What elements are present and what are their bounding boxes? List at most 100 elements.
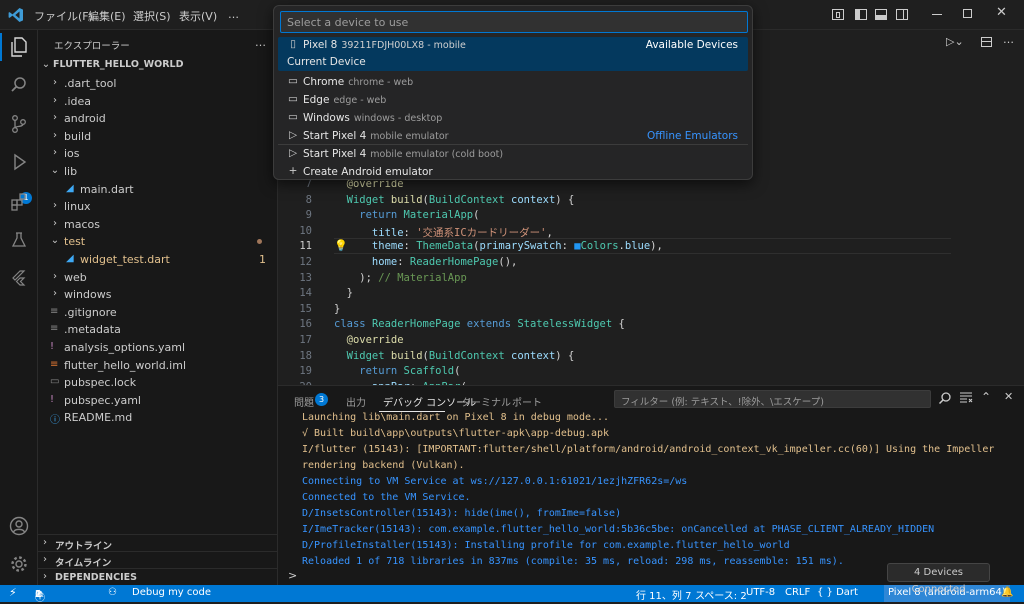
tree-item-gitignore[interactable]: ≡ .gitignore — [38, 304, 278, 322]
line-number: 8 — [305, 193, 312, 206]
line-ending[interactable]: CRLF — [785, 587, 810, 598]
tree-item-label: android — [64, 112, 106, 126]
tree-item-main-dart[interactable]: ◢ main.dart — [38, 181, 278, 199]
run-dropdown-icon[interactable]: ▷⌄ — [946, 35, 964, 48]
clear-console-icon[interactable] — [960, 392, 973, 407]
tree-item-analysis-options-yaml[interactable]: ! analysis_options.yaml — [38, 339, 278, 357]
chevron-right-icon: › — [43, 537, 47, 548]
extensions-icon[interactable] — [9, 192, 29, 212]
tree-item-linux[interactable]: › linux — [38, 198, 278, 216]
console-prompt[interactable]: > — [288, 569, 297, 582]
modified-dot — [257, 239, 262, 245]
device-description: mobile emulator — [370, 131, 449, 142]
section-outline[interactable]: › アウトライン — [38, 534, 278, 552]
restore-icon[interactable] — [963, 9, 972, 18]
tree-item-idea[interactable]: › .idea — [38, 93, 278, 111]
lock-file-icon: ▭ — [50, 376, 60, 388]
cursor-position[interactable]: 行 11、列 7 — [636, 587, 691, 602]
indentation[interactable]: スペース: 2 — [695, 587, 747, 602]
tree-item-label: .dart_tool — [64, 77, 117, 90]
maximize-panel-icon[interactable]: ⌃ — [981, 390, 991, 404]
encoding[interactable]: UTF-8 — [746, 587, 775, 598]
account-icon[interactable] — [9, 516, 29, 536]
tree-item-web[interactable]: › web — [38, 269, 278, 287]
remote-icon[interactable]: ⚡ — [9, 586, 17, 599]
tree-item-metadata[interactable]: ≡ .metadata — [38, 321, 278, 339]
line-number: 9 — [305, 209, 312, 222]
split-editor-icon[interactable] — [981, 37, 992, 47]
close-icon[interactable]: ✕ — [996, 5, 1007, 20]
tree-item-lib[interactable]: ⌄ lib — [38, 163, 278, 181]
device-option-create-android-emulator[interactable]: + Create Android emulator — [274, 164, 752, 182]
phone-icon: ▯ — [290, 38, 296, 50]
workspace-root[interactable]: ⌄ FLUTTER_HELLO_WORLD — [38, 57, 278, 75]
explorer-icon[interactable] — [9, 37, 29, 57]
notifications-bell-icon[interactable]: 🔔 — [1001, 587, 1013, 598]
tree-item-label: windows — [64, 288, 112, 302]
tree-item-pubspec-lock[interactable]: ▭ pubspec.lock — [38, 374, 278, 392]
menu-edit[interactable]: 編集(E) — [88, 8, 126, 24]
tree-item-label: build — [64, 129, 92, 143]
flutter-icon[interactable] — [9, 268, 29, 288]
tree-item-pubspec-yaml[interactable]: ! pubspec.yaml — [38, 392, 278, 410]
tab-ports[interactable]: ポート — [512, 394, 542, 409]
tree-item-test[interactable]: ⌄ test — [38, 233, 278, 251]
device-description: 39211FDJH00LX8 - mobile — [341, 40, 466, 51]
filter-placeholder: フィルター (例: テキスト、!除外、\エスケープ) — [621, 397, 824, 408]
tree-item-readme-md[interactable]: ⓘ README.md — [38, 409, 278, 427]
minimize-icon[interactable] — [932, 14, 942, 15]
search-icon[interactable] — [938, 391, 952, 408]
device-search-input[interactable]: Select a device to use — [280, 11, 748, 33]
tab-terminal[interactable]: ターミナル — [461, 394, 511, 409]
section-timeline[interactable]: › タイムライン — [38, 551, 278, 569]
tab-output[interactable]: 出力 — [346, 394, 366, 409]
run-debug-icon[interactable] — [9, 152, 29, 172]
device-option-pixel-8[interactable]: ▯ Pixel 8 39211FDJH00LX8 - mobile Available… — [278, 37, 748, 71]
settings-gear-icon[interactable] — [9, 554, 29, 574]
tree-item-dart-tool[interactable]: › .dart_tool — [38, 75, 278, 93]
chevron-right-icon: › — [53, 270, 57, 282]
menu-selection[interactable]: 選択(S) — [133, 8, 171, 24]
chevron-down-icon: ⌄ — [50, 165, 60, 176]
customize-layout-icon[interactable] — [832, 9, 844, 20]
toggle-secondary-sidebar-icon[interactable] — [896, 9, 908, 20]
device-option-edge[interactable]: ▭ Edge edge - web — [274, 92, 752, 110]
console-line: D/ProfileInstaller(15143): Installing pr… — [302, 540, 790, 551]
search-icon[interactable] — [9, 75, 29, 95]
explorer-more-button[interactable]: … — [255, 36, 266, 49]
close-panel-icon[interactable]: ✕ — [1004, 390, 1013, 403]
device-option-start-pixel-4-cold-boot[interactable]: ▷ Start Pixel 4 mobile emulator (cold boot… — [274, 146, 752, 164]
filter-input[interactable]: フィルター (例: テキスト、!除外、\エスケープ) — [614, 390, 931, 408]
device-option-chrome[interactable]: ▭ Chrome chrome - web — [274, 74, 752, 92]
line-number: 16 — [299, 318, 312, 331]
tree-item-label: pubspec.yaml — [64, 393, 141, 407]
tree-item-ios[interactable]: › ios — [38, 145, 278, 163]
tab-problems[interactable]: 問題 — [294, 394, 314, 409]
menu-file[interactable]: ファイル(F) — [34, 8, 93, 24]
source-control-icon[interactable] — [9, 114, 29, 134]
iml-file-icon: ≡ — [50, 358, 59, 370]
tree-item-macos[interactable]: › macos — [38, 216, 278, 234]
device-label: Chrome chrome - web — [303, 76, 414, 88]
menu-more[interactable]: … — [228, 8, 239, 21]
debug-my-code[interactable]: Debug my code — [132, 587, 211, 598]
chevron-down-icon: ⌄ — [50, 235, 60, 247]
tree-item-build[interactable]: › build — [38, 128, 278, 146]
tree-item-android[interactable]: › android — [38, 110, 278, 128]
device-option-windows[interactable]: ▭ Windows windows - desktop — [274, 110, 752, 128]
toggle-primary-sidebar-icon[interactable] — [855, 9, 867, 20]
tree-item-label: pubspec.lock — [64, 376, 137, 390]
plus-icon: + — [288, 165, 298, 177]
tree-item-widget-test-dart[interactable]: ◢ widget_test.dart 1 — [38, 251, 278, 269]
testing-icon[interactable] — [9, 230, 29, 250]
section-dependencies[interactable]: › DEPENDENCIES — [38, 568, 278, 585]
section-dependencies-label: DEPENDENCIES — [55, 572, 137, 583]
menu-view[interactable]: 表示(V) — [179, 8, 217, 24]
line-number: 10 — [299, 224, 312, 237]
tree-item-windows[interactable]: › windows — [38, 286, 278, 304]
editor-more-icon[interactable]: … — [1003, 33, 1014, 46]
language-mode[interactable]: { } Dart — [817, 587, 858, 598]
tree-item-flutter-hello-world-iml[interactable]: ≡ flutter_hello_world.iml — [38, 357, 278, 375]
chevron-right-icon: › — [53, 112, 57, 124]
toggle-panel-icon[interactable] — [875, 9, 887, 20]
